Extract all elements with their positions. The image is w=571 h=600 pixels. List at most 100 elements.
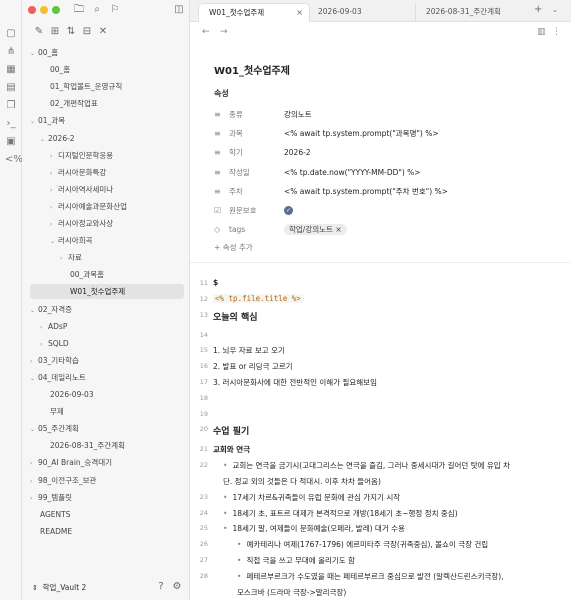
chevron-right-icon[interactable]: › [50,217,58,232]
tree-item[interactable]: README [40,524,72,539]
tree-item[interactable]: › 러시아문화특강 [50,165,106,180]
property-row[interactable]: ≡ 과목 <% await tp.system.prompt("과목명") %> [214,125,554,142]
tree-item[interactable]: › 디지털인문학응용 [50,148,113,163]
calendar-icon[interactable]: ▤ [5,82,17,94]
tree-item[interactable]: ⌄ 00_홈 [30,45,58,60]
collapse-all-icon[interactable]: ⊟ [80,25,94,39]
tree-item[interactable]: › 90_AI Brain_승격대기 [30,455,112,470]
property-value[interactable]: 강의노트 [284,106,312,123]
tree-item[interactable]: ⌄ 02_자격증 [30,302,72,317]
chevron-down-icon[interactable]: ⌄ [30,114,38,129]
chevron-right-icon[interactable]: › [50,166,58,181]
chevron-right-icon[interactable]: › [60,251,68,266]
forward-arrow-icon[interactable]: → [220,27,228,37]
property-row[interactable]: ≡ 주차 <% await tp.system.prompt("주차 번호") %> [214,183,554,200]
search-icon[interactable]: ⌕ [90,3,104,17]
editor-line[interactable]: 교회와 연극 [213,444,250,455]
editor-line[interactable]: 3. 러시아문화사에 대한 전반적인 이해가 필요해보임 [213,377,377,388]
close-tab-icon[interactable]: × [296,4,303,21]
chevron-right-icon[interactable]: › [40,337,48,352]
property-key[interactable]: tags [229,221,245,238]
tree-item[interactable]: › SQLD [40,336,69,351]
tree-item[interactable]: 2026-09-03 [50,387,94,402]
terminal-icon[interactable]: ›_ [5,118,17,130]
editor-line[interactable]: $ [213,278,218,287]
editor-line[interactable]: • 18세기 말, 여제들이 문화예술(오페라, 발레) 대거 수용 [223,523,405,534]
editor-line[interactable]: • 예카테리나 여제(1767-1796) 에르미타주 극장(귀족중심), 볼쇼이… [237,539,488,550]
close-sidebar-icon[interactable]: ✕ [96,25,110,39]
chevron-right-icon[interactable]: › [30,491,38,506]
tree-item[interactable]: ⌄ 러시아희곡 [50,233,93,248]
toggle-sidebar-icon[interactable]: ◫ [172,3,186,17]
graph-icon[interactable]: ⋔ [5,46,17,58]
tree-item[interactable]: › 03_기타학습 [30,353,79,368]
tree-item[interactable]: 01_학업볼트_운영규칙 [50,79,122,94]
vault-switcher[interactable]: ⇕ 학업_Vault 2 [32,582,86,593]
editor-line[interactable]: 모스크바 (드라마 극장->말리극장) [237,587,346,598]
property-row[interactable]: ◇ tags 학업/강의노트 × [214,221,554,238]
property-key[interactable]: 작성일 [229,164,250,181]
chevron-down-icon[interactable]: ⌄ [30,46,38,61]
more-options-icon[interactable]: ⋮ [552,27,561,37]
tree-item[interactable]: › ADsP [40,319,67,334]
tree-item[interactable]: AGENTS [40,507,71,522]
chevron-down-icon[interactable]: ⌄ [30,303,38,318]
tree-item[interactable]: 무제 [50,404,64,419]
tree-item[interactable]: ⌄ 05_주간계획 [30,421,79,436]
property-key[interactable]: 주차 [229,183,243,200]
tree-item[interactable]: › 99_템플릿 [30,490,72,505]
editor-line[interactable]: 1. 뇌우 자료 보고 오기 [213,345,285,356]
tree-item[interactable]: › 98_이전구조_보관 [30,473,96,488]
tree-item[interactable]: ⌄ 01_과목 [30,113,65,128]
checkbox-checked-icon[interactable]: ✓ [284,206,293,215]
chevron-down-icon[interactable]: ⌄ [30,422,38,437]
tab-list-chevron-icon[interactable]: ⌄ [552,6,558,14]
editor-line[interactable]: • 17세기 차르&귀족들이 유럽 문화에 관심 가지기 시작 [223,492,400,503]
tree-item[interactable]: 00_홈 [50,62,70,77]
tab-w01[interactable]: W01_첫수업주제 × [198,3,310,22]
tree-item[interactable]: W01_첫수업주제 [30,284,184,300]
back-arrow-icon[interactable]: ← [202,27,210,37]
tree-item[interactable]: › 러시아예술과문화산업 [50,199,127,214]
tree-item[interactable]: › 러시아역사세미나 [50,182,113,197]
property-value[interactable]: <% await tp.system.prompt("주차 번호") %> [284,183,448,200]
reading-view-icon[interactable]: ▥ [537,27,546,37]
chevron-right-icon[interactable]: › [50,200,58,215]
editor-line[interactable]: 오늘의 핵심 [213,310,258,323]
chevron-down-icon[interactable]: ⌄ [40,132,48,147]
editor-line[interactable]: • 18세기 초, 표트르 대제가 본격적으로 개방(18세기 초~행정 정치 중… [223,508,458,519]
new-note-icon[interactable]: ✎ [32,25,46,39]
templates-icon[interactable]: ❐ [5,100,17,112]
minimize-window-button[interactable] [40,6,48,14]
tree-item[interactable]: › 러시아정교와사상 [50,216,113,231]
zoom-window-button[interactable] [52,6,60,14]
files-icon[interactable]: 🗀 [72,3,86,17]
property-key[interactable]: 원문보호 [229,202,257,219]
editor-line[interactable]: • 교회는 연극을 금기시(고대그리스는 연극을 즐김, 그러나 중세시대가 길어… [223,460,510,471]
property-value[interactable]: 2026-2 [284,144,311,161]
new-tab-button[interactable]: + [534,4,542,15]
editor-line[interactable]: <% tp.file.title %> [213,293,303,303]
editor-line[interactable]: 단. 정교 외의 것들은 다 적대시. 이후 차차 들어옴) [223,476,381,487]
close-window-button[interactable] [28,6,36,14]
chevron-down-icon[interactable]: ⌄ [50,234,58,249]
chevron-right-icon[interactable]: › [30,474,38,489]
tree-item[interactable]: 2026-08-31_주간계획 [50,438,125,453]
property-value[interactable]: <% tp.date.now("YYYY-MM-DD") %> [284,164,421,181]
property-value[interactable]: <% await tp.system.prompt("과목명") %> [284,125,439,142]
tree-item[interactable]: ⌄ 2026-2 [40,131,75,146]
tree-item[interactable]: 02_개편작업표 [50,96,98,111]
add-property-button[interactable]: + 속성 추가 [214,242,253,253]
property-row[interactable]: ≡ 종류 강의노트 [214,106,554,123]
property-row[interactable]: ☑ 원문보호 ✓ [214,202,554,219]
property-key[interactable]: 종류 [229,106,243,123]
chevron-right-icon[interactable]: › [40,320,48,335]
bookmark-icon[interactable]: ⚐ [108,3,122,17]
editor-line[interactable]: 2. 발표 or 리딩극 고르기 [213,361,293,372]
sort-icon[interactable]: ⇅ [64,25,78,39]
help-icon[interactable]: ? [154,580,168,594]
chevron-right-icon[interactable]: › [30,456,38,471]
property-row[interactable]: ≡ 작성일 <% tp.date.now("YYYY-MM-DD") %> [214,164,554,181]
property-key[interactable]: 과목 [229,125,243,142]
new-folder-icon[interactable]: ⊞ [48,25,62,39]
